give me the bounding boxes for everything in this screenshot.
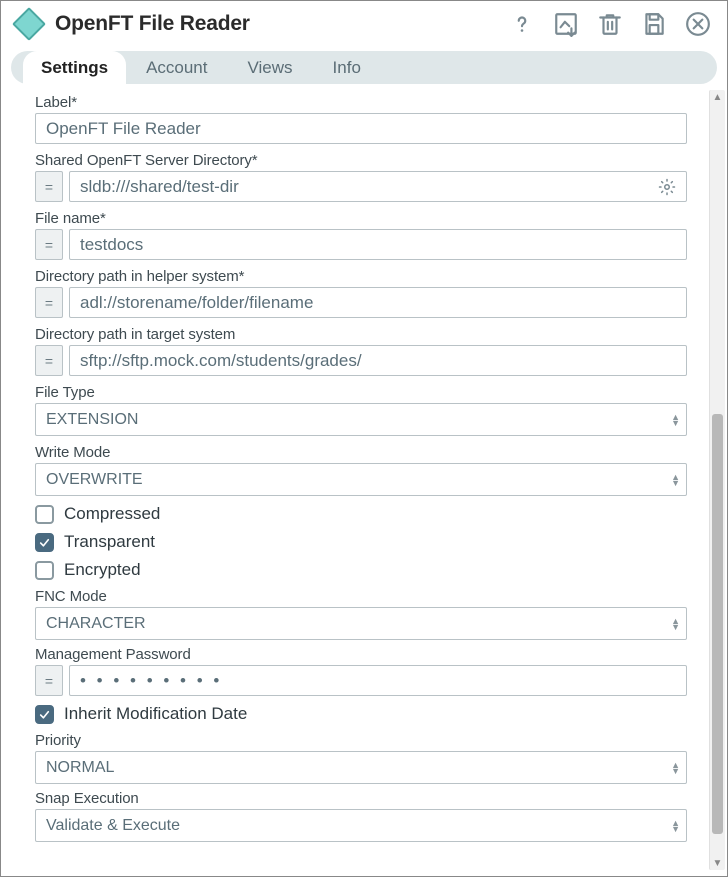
app-logo-icon	[12, 7, 46, 41]
file-name-input[interactable]: testdocs	[69, 229, 687, 260]
field-label: Label* OpenFT File Reader	[35, 94, 687, 144]
scroll-down-icon[interactable]: ▼	[710, 856, 725, 870]
snap-exec-select[interactable]: Validate & Execute ▲▼	[35, 809, 687, 842]
gear-icon[interactable]	[658, 178, 676, 196]
field-mgmt-password: Management Password = • • • • • • • • •	[35, 646, 687, 696]
field-file-type: File Type EXTENSION ▲▼	[35, 384, 687, 436]
field-target-path: Directory path in target system = sftp:/…	[35, 326, 687, 376]
helper-path-input[interactable]: adl://storename/folder/filename	[69, 287, 687, 318]
encrypted-label: Encrypted	[64, 560, 141, 580]
dialog-title: OpenFT File Reader	[55, 12, 509, 36]
fnc-mode-select[interactable]: CHARACTER ▲▼	[35, 607, 687, 640]
expression-toggle-button[interactable]: =	[35, 345, 63, 376]
dialog-header: OpenFT File Reader	[1, 1, 727, 45]
field-file-name-caption: File name*	[35, 210, 687, 227]
field-shared-dir: Shared OpenFT Server Directory* = sldb:/…	[35, 152, 687, 202]
field-helper-path-caption: Directory path in helper system*	[35, 268, 687, 285]
tab-info[interactable]: Info	[313, 51, 381, 84]
save-icon[interactable]	[641, 11, 667, 37]
stepper-icon: ▲▼	[671, 762, 680, 774]
label-input[interactable]: OpenFT File Reader	[35, 113, 687, 144]
compressed-label: Compressed	[64, 504, 160, 524]
dialog-frame: OpenFT File Reader Settings Account View…	[0, 0, 728, 877]
field-snap-exec-caption: Snap Execution	[35, 790, 687, 807]
field-inherit-mod-date: Inherit Modification Date	[35, 704, 687, 724]
field-write-mode-caption: Write Mode	[35, 444, 687, 461]
field-mgmt-password-caption: Management Password	[35, 646, 687, 663]
stepper-icon: ▲▼	[671, 820, 680, 832]
tab-settings[interactable]: Settings	[23, 51, 126, 84]
scrollbar-thumb[interactable]	[712, 414, 723, 834]
stepper-icon: ▲▼	[671, 618, 680, 630]
field-file-type-caption: File Type	[35, 384, 687, 401]
transparent-label: Transparent	[64, 532, 155, 552]
image-export-icon[interactable]	[553, 11, 579, 37]
expression-toggle-button[interactable]: =	[35, 229, 63, 260]
mgmt-password-input[interactable]: • • • • • • • • •	[69, 665, 687, 696]
form-area: Label* OpenFT File Reader Shared OpenFT …	[11, 90, 709, 870]
field-file-name: File name* = testdocs	[35, 210, 687, 260]
compressed-checkbox[interactable]	[35, 505, 54, 524]
scroll-up-icon[interactable]: ▲	[710, 90, 725, 104]
inherit-mod-date-label: Inherit Modification Date	[64, 704, 247, 724]
trash-icon[interactable]	[597, 11, 623, 37]
write-mode-select[interactable]: OVERWRITE ▲▼	[35, 463, 687, 496]
field-label-caption: Label*	[35, 94, 687, 111]
field-encrypted: Encrypted	[35, 560, 687, 580]
expression-toggle-button[interactable]: =	[35, 287, 63, 318]
help-icon[interactable]	[509, 11, 535, 37]
header-actions	[509, 11, 711, 37]
target-path-input[interactable]: sftp://sftp.mock.com/students/grades/	[69, 345, 687, 376]
inherit-mod-date-checkbox[interactable]	[35, 705, 54, 724]
file-type-select[interactable]: EXTENSION ▲▼	[35, 403, 687, 436]
field-transparent: Transparent	[35, 532, 687, 552]
field-fnc-mode: FNC Mode CHARACTER ▲▼	[35, 588, 687, 640]
field-helper-path: Directory path in helper system* = adl:/…	[35, 268, 687, 318]
priority-select[interactable]: NORMAL ▲▼	[35, 751, 687, 784]
vertical-scrollbar[interactable]: ▲ ▼	[709, 90, 725, 870]
stepper-icon: ▲▼	[671, 474, 680, 486]
field-snap-exec: Snap Execution Validate & Execute ▲▼	[35, 790, 687, 842]
expression-toggle-button[interactable]: =	[35, 171, 63, 202]
field-compressed: Compressed	[35, 504, 687, 524]
field-fnc-mode-caption: FNC Mode	[35, 588, 687, 605]
tab-account[interactable]: Account	[126, 51, 227, 84]
field-shared-dir-caption: Shared OpenFT Server Directory*	[35, 152, 687, 169]
field-priority-caption: Priority	[35, 732, 687, 749]
dialog-body: Label* OpenFT File Reader Shared OpenFT …	[1, 84, 727, 876]
stepper-icon: ▲▼	[671, 414, 680, 426]
tab-views[interactable]: Views	[228, 51, 313, 84]
transparent-checkbox[interactable]	[35, 533, 54, 552]
tab-bar: Settings Account Views Info	[11, 51, 717, 84]
close-icon[interactable]	[685, 11, 711, 37]
field-target-path-caption: Directory path in target system	[35, 326, 687, 343]
expression-toggle-button[interactable]: =	[35, 665, 63, 696]
field-priority: Priority NORMAL ▲▼	[35, 732, 687, 784]
encrypted-checkbox[interactable]	[35, 561, 54, 580]
field-write-mode: Write Mode OVERWRITE ▲▼	[35, 444, 687, 496]
shared-dir-input[interactable]: sldb:///shared/test-dir	[69, 171, 687, 202]
